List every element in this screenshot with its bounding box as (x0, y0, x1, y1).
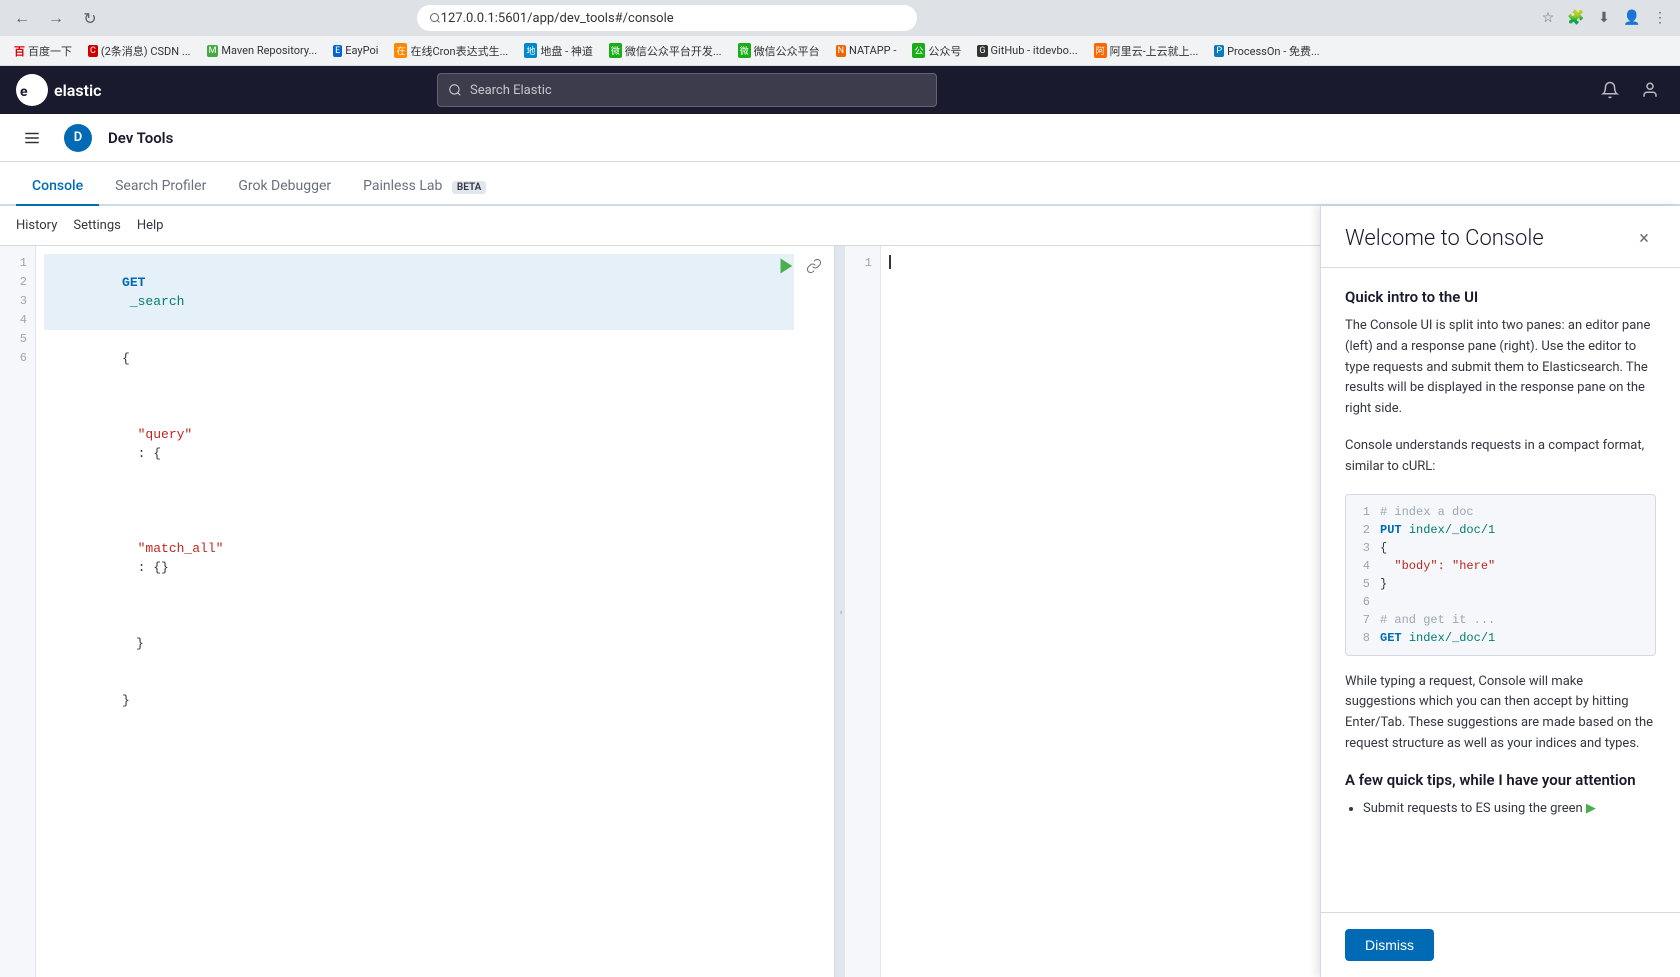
code-line-6: } (44, 672, 794, 729)
bookmark-wechat[interactable]: 微 微信公众平台 (732, 41, 826, 61)
snippet-line-8: 8 GET index/_doc/1 (1354, 629, 1647, 647)
snippet-line-6: 6 (1354, 593, 1647, 611)
bookmark-cron[interactable]: 在 在线Cron表达式生... (388, 41, 514, 61)
history-button[interactable]: History (16, 218, 57, 233)
user-icon[interactable] (1636, 76, 1664, 104)
welcome-title: Welcome to Console (1345, 226, 1544, 251)
tabs-bar: Console Search Profiler Grok Debugger Pa… (0, 162, 1680, 206)
snippet-line-3: 3 { (1354, 539, 1647, 557)
code-line-4: "match_all" : {} (44, 501, 794, 615)
bookmark-eaypoi[interactable]: E EayPoi (327, 42, 384, 59)
bookmark-csdn[interactable]: C (2条消息) CSDN ... (82, 41, 197, 61)
browser-actions: ☆ 🧩 ⬇ 👤 ⋮ (1536, 6, 1672, 30)
profile-btn[interactable]: 👤 (1620, 6, 1644, 30)
editor-pane: 1 2 3 4 5 6 GET _search { "query" : (0, 246, 835, 977)
tips-heading: A few quick tips, while I have your atte… (1345, 771, 1656, 789)
welcome-header: Welcome to Console × (1321, 206, 1680, 268)
editor-content[interactable]: 1 2 3 4 5 6 GET _search { "query" : (0, 246, 834, 977)
snippet-line-4: 4 "body": "here" (1354, 557, 1647, 575)
editor-actions (774, 254, 826, 278)
quick-intro-heading: Quick intro to the UI (1345, 288, 1656, 306)
copy-button[interactable] (802, 254, 826, 278)
address-bar[interactable]: 127.0.0.1:5601/app/dev_tools#/console (417, 5, 917, 31)
bookmark-github[interactable]: G GitHub - itdevbo... (971, 42, 1083, 59)
bookmark-natapp[interactable]: N NATAPP - (830, 42, 903, 59)
bookmarks-bar: 百 百度一下 C (2条消息) CSDN ... M Maven Reposit… (0, 36, 1680, 66)
code-line-2: { (44, 330, 794, 387)
suggestion-text: While typing a request, Console will mak… (1345, 672, 1656, 755)
logo-text: elastic (54, 81, 101, 100)
tip-item-1: Submit requests to ES using the green ▶ (1363, 799, 1656, 820)
response-line-numbers: 1 (845, 246, 881, 977)
url-text: 127.0.0.1:5601/app/dev_tools#/console (441, 11, 674, 26)
kibana-header-right (1596, 76, 1664, 104)
bookmark-aliyun[interactable]: 阿 阿里云-上云就上... (1088, 41, 1205, 61)
code-line-3: "query" : { (44, 387, 794, 501)
help-button[interactable]: Help (137, 218, 164, 233)
bookmark-shendao[interactable]: 地 地盘 - 神道 (518, 41, 599, 61)
snippet-line-1: 1 # index a doc (1354, 503, 1647, 521)
snippet-line-7: 7 # and get it ... (1354, 611, 1647, 629)
bookmark-processon[interactable]: P ProcessOn - 免费... (1208, 41, 1325, 61)
run-button[interactable] (774, 254, 798, 278)
dismiss-button[interactable]: Dismiss (1345, 929, 1434, 961)
welcome-body: Quick intro to the UI The Console UI is … (1321, 268, 1680, 912)
bookmark-wechat-dev[interactable]: 微 微信公众平台开发... (603, 41, 728, 61)
svg-text:e: e (20, 84, 28, 100)
browser-chrome: ← → ↻ 127.0.0.1:5601/app/dev_tools#/cons… (0, 0, 1680, 36)
quick-intro-text: The Console UI is split into two panes: … (1345, 316, 1656, 420)
resize-handle[interactable]: · · · (835, 246, 845, 977)
code-editor[interactable]: GET _search { "query" : { "match_all" : … (36, 246, 834, 977)
tab-grok-debugger[interactable]: Grok Debugger (222, 168, 347, 206)
bookmark-maven[interactable]: M Maven Repository... (201, 42, 324, 59)
search-placeholder: Search Elastic (470, 83, 552, 98)
snippet-line-2: 2 PUT index/_doc/1 (1354, 521, 1647, 539)
line-numbers: 1 2 3 4 5 6 (0, 246, 36, 977)
back-button[interactable]: ← (8, 4, 36, 32)
more-btn[interactable]: ⋮ (1648, 6, 1672, 30)
refresh-button[interactable]: ↻ (76, 4, 104, 32)
bookmark-baidu[interactable]: 百 百度一下 (8, 41, 78, 61)
welcome-footer: Dismiss (1321, 912, 1680, 977)
beta-badge: BETA (452, 181, 486, 194)
welcome-panel: Welcome to Console × Quick intro to the … (1320, 206, 1680, 977)
code-line-5: } (44, 615, 794, 672)
tab-painless-lab[interactable]: Painless Lab BETA (347, 168, 502, 206)
close-welcome-button[interactable]: × (1632, 226, 1656, 250)
nav-title: Dev Tools (108, 129, 173, 147)
bookmark-star[interactable]: ☆ (1536, 6, 1560, 30)
kibana-search[interactable]: Search Elastic (437, 73, 937, 107)
settings-button[interactable]: Settings (73, 218, 120, 233)
bookmark-gzh[interactable]: 公 公众号 (906, 41, 967, 61)
tips-list: Submit requests to ES using the green ▶ (1345, 799, 1656, 820)
forward-button[interactable]: → (42, 4, 70, 32)
kibana-nav: D Dev Tools (0, 114, 1680, 162)
code-line-1: GET _search (44, 254, 794, 330)
nav-avatar[interactable]: D (64, 124, 92, 152)
code-snippet: 1 # index a doc 2 PUT index/_doc/1 3 { 4… (1345, 494, 1656, 656)
hamburger-menu[interactable] (16, 122, 48, 154)
cursor (889, 255, 891, 269)
snippet-line-5: 5 } (1354, 575, 1647, 593)
notifications-icon[interactable] (1596, 76, 1624, 104)
kibana-logo[interactable]: e elastic (16, 74, 101, 106)
kibana-header: e elastic Search Elastic (0, 66, 1680, 114)
tab-search-profiler[interactable]: Search Profiler (99, 168, 222, 206)
extension-puzzle[interactable]: 🧩 (1564, 6, 1588, 30)
tab-console[interactable]: Console (16, 168, 99, 206)
curl-intro-text: Console understands requests in a compac… (1345, 436, 1656, 478)
download-btn[interactable]: ⬇ (1592, 6, 1616, 30)
